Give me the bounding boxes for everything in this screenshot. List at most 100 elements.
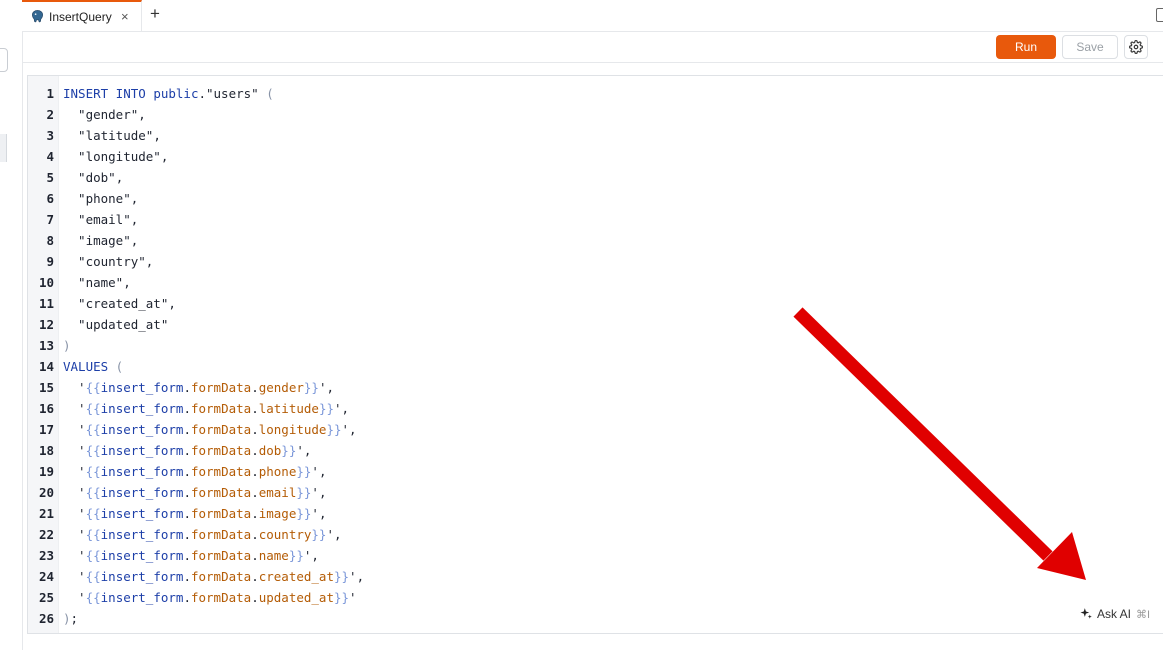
code-line[interactable]: 18 '{{insert_form.formData.dob}}', [28,440,364,461]
sql-editor[interactable]: 1 INSERT INTO public."users" (2 "gender",… [27,75,1163,634]
line-number: 2 [46,107,54,122]
line-number: 10 [38,275,54,290]
code-line[interactable]: 2 "gender", [28,104,364,125]
code-token: formData [190,401,252,416]
code-token: ', [349,569,365,584]
line-number: 11 [38,296,54,311]
code-line[interactable]: 8 "image", [28,230,364,251]
code-line[interactable]: 1 INSERT INTO public."users" ( [28,83,364,104]
settings-button[interactable] [1124,35,1148,59]
code-text: VALUES ( [63,356,123,377]
window-icon[interactable] [1156,8,1163,22]
code-token: ', [326,527,342,542]
code-line[interactable]: 19 '{{insert_form.formData.phone}}', [28,461,364,482]
code-text: "image", [63,230,138,251]
code-token: gender [258,380,304,395]
code-line[interactable]: 16 '{{insert_form.formData.latitude}}', [28,398,364,419]
code-token: ( [258,86,274,101]
code-line[interactable]: 6 "phone", [28,188,364,209]
code-line[interactable]: 13) [28,335,364,356]
code-line[interactable]: 25 '{{insert_form.formData.updated_at}}' [28,587,364,608]
code-token: , [123,275,131,290]
code-token: . [251,485,259,500]
line-number: 15 [38,380,54,395]
code-text: '{{insert_form.formData.updated_at}}' [63,587,357,608]
code-token: insert_form [100,506,184,521]
code-text: ); [63,608,78,629]
code-token: . [251,569,259,584]
code-token: , [145,254,154,269]
line-number: 13 [38,338,54,353]
line-number: 18 [38,443,54,458]
postgres-elephant-icon [32,10,43,23]
code-line[interactable]: 22 '{{insert_form.formData.country}}', [28,524,364,545]
code-token: ' [63,506,86,521]
code-line[interactable]: 14 VALUES ( [28,356,364,377]
code-token: }} [288,548,304,563]
code-line[interactable]: 7 "email", [28,209,364,230]
sparkle-icon [1080,608,1092,619]
code-line[interactable]: 4 "longitude", [28,146,364,167]
code-line[interactable]: 26); [28,608,364,629]
code-token: }} [296,464,312,479]
code-line[interactable]: 21 '{{insert_form.formData.image}}', [28,503,364,524]
code-token: formData [190,485,252,500]
code-token: "name" [63,275,124,290]
code-token: insert_form [100,569,184,584]
code-token: ) [63,338,71,353]
code-token: }} [311,527,327,542]
line-number: 24 [38,569,54,584]
code-line[interactable]: 11 "created_at", [28,293,364,314]
code-token: "dob" [63,170,116,185]
line-number: 7 [46,212,54,227]
sidebar-toggle[interactable] [0,48,8,72]
code-token: , [130,212,139,227]
save-button[interactable]: Save [1062,35,1118,59]
code-token: "longitude" [63,149,161,164]
line-number: 25 [38,590,54,605]
left-sidebar [0,0,23,650]
code-text: ) [63,335,71,356]
code-token: {{ [85,422,101,437]
code-line[interactable]: 20 '{{insert_form.formData.email}}', [28,482,364,503]
code-token: ', [311,464,327,479]
code-token: "created_at" [63,296,169,311]
code-line[interactable]: 12 "updated_at" [28,314,364,335]
sidebar-selected-item[interactable] [0,134,7,162]
code-line[interactable]: 23 '{{insert_form.formData.name}}', [28,545,364,566]
code-line[interactable]: 9 "country", [28,251,364,272]
more-icon[interactable]: ⋮ [1158,39,1163,53]
code-line[interactable]: 3 "latitude", [28,125,364,146]
close-icon[interactable]: × [121,9,129,24]
code-text: '{{insert_form.formData.gender}}', [63,377,334,398]
code-token: country [258,527,312,542]
line-number: 9 [46,254,54,269]
run-button[interactable]: Run [996,35,1056,59]
code-token: {{ [85,506,101,521]
code-token: insert_form [100,485,184,500]
code-line[interactable]: 5 "dob", [28,167,364,188]
line-number: 16 [38,401,54,416]
tab-insertquery[interactable]: InsertQuery × [22,0,142,31]
add-tab-icon[interactable]: + [150,4,160,24]
code-token: ' [63,590,86,605]
line-number: 23 [38,548,54,563]
code-token: ', [296,443,312,458]
code-token: updated_at [258,590,334,605]
code-token: insert_form [100,527,184,542]
code-token: . [251,464,259,479]
tab-title: InsertQuery [49,9,112,24]
code-line[interactable]: 17 '{{insert_form.formData.longitude}}', [28,419,364,440]
code-line[interactable]: 15 '{{insert_form.formData.gender}}', [28,377,364,398]
code-token: ) [63,611,71,626]
code-line[interactable]: 24 '{{insert_form.formData.created_at}}'… [28,566,364,587]
code-token: formData [190,422,252,437]
code-token: public [153,86,199,101]
line-number: 6 [46,191,54,206]
code-token: ' [63,548,86,563]
ask-ai-button[interactable]: Ask AI ⌘I [1079,605,1150,623]
code-token: latitude [258,401,319,416]
code-line[interactable]: 10 "name", [28,272,364,293]
code-text: '{{insert_form.formData.email}}', [63,482,326,503]
code-area[interactable]: 1 INSERT INTO public."users" (2 "gender",… [28,83,364,629]
